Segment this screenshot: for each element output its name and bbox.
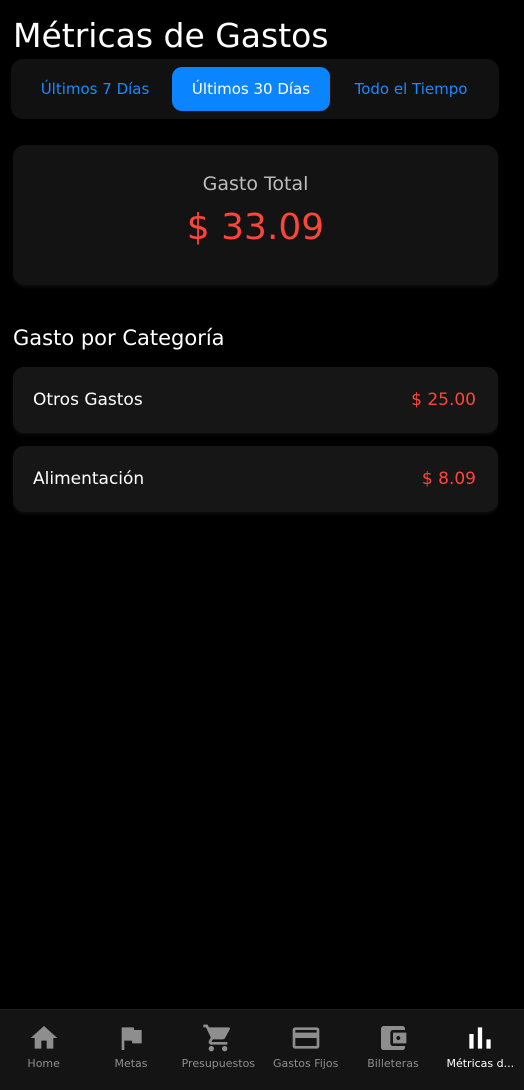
flag-icon	[115, 1022, 147, 1054]
period-selector: Últimos 7 Días Últimos 30 Días Todo el T…	[11, 59, 499, 119]
nav-label: Gastos Fijos	[272, 1057, 339, 1070]
bottom-navigation: Home Metas Presupuestos Gastos Fijos Bil…	[0, 1009, 524, 1090]
credit-card-icon	[290, 1022, 322, 1054]
nav-item-gastos-fijos[interactable]: Gastos Fijos	[262, 1010, 349, 1090]
nav-item-billeteras[interactable]: Billeteras	[349, 1010, 436, 1090]
tab-last-30-days[interactable]: Últimos 30 Días	[172, 67, 330, 111]
category-list: Otros Gastos $ 25.00 Alimentación $ 8.09	[13, 367, 498, 525]
total-spend-label: Gasto Total	[202, 173, 309, 195]
page-title: Métricas de Gastos	[13, 16, 329, 55]
nav-label: Presupuestos	[181, 1057, 256, 1070]
category-row-otros-gastos[interactable]: Otros Gastos $ 25.00	[13, 367, 498, 433]
nav-item-home[interactable]: Home	[0, 1010, 87, 1090]
category-name: Alimentación	[33, 469, 145, 489]
tab-last-7-days[interactable]: Últimos 7 Días	[19, 67, 171, 111]
total-spend-amount: $ 33.09	[186, 207, 325, 248]
tab-all-time[interactable]: Todo el Tiempo	[331, 67, 491, 111]
category-amount: $ 25.00	[411, 390, 476, 410]
category-amount: $ 8.09	[421, 469, 476, 489]
nav-item-metas[interactable]: Metas	[87, 1010, 174, 1090]
nav-item-metricas[interactable]: Métricas d...	[437, 1010, 524, 1090]
bar-chart-icon	[464, 1022, 496, 1054]
shopping-cart-icon	[202, 1022, 234, 1054]
home-icon	[28, 1022, 60, 1054]
nav-label: Métricas d...	[446, 1057, 515, 1070]
category-section-title: Gasto por Categoría	[13, 326, 225, 350]
wallet-icon	[377, 1022, 409, 1054]
category-name: Otros Gastos	[33, 390, 143, 410]
nav-item-presupuestos[interactable]: Presupuestos	[175, 1010, 262, 1090]
category-row-alimentacion[interactable]: Alimentación $ 8.09	[13, 446, 498, 512]
total-spend-card: Gasto Total $ 33.09	[13, 145, 498, 285]
nav-label: Metas	[114, 1057, 148, 1070]
nav-label: Home	[27, 1057, 60, 1070]
nav-label: Billeteras	[367, 1057, 419, 1070]
